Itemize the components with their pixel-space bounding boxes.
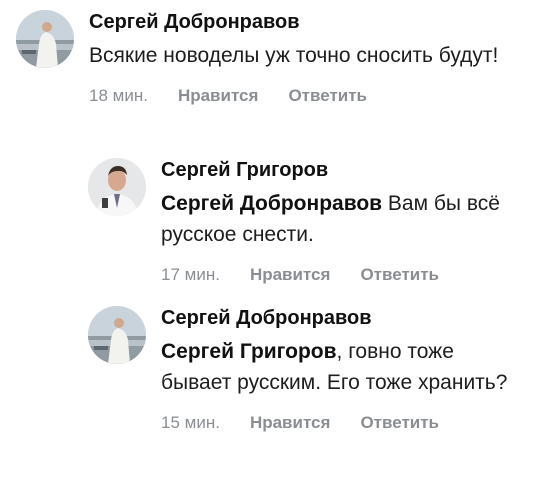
like-button[interactable]: Нравится: [250, 264, 331, 286]
comment-text: Сергей Григоров, говно тоже бывает русск…: [161, 336, 523, 398]
comment-meta: 15 мин. Нравится Ответить: [161, 412, 523, 434]
like-button[interactable]: Нравится: [250, 412, 331, 434]
comment-time: 15 мин.: [161, 413, 220, 432]
mention-link[interactable]: Сергей Григоров: [161, 340, 337, 363]
comment-text: Всякие новоделы уж точно сносить будут!: [89, 40, 521, 71]
comment-text: Сергей Добронравов Вам бы всё русское сн…: [161, 188, 523, 250]
avatar[interactable]: [88, 158, 146, 216]
reply-button[interactable]: Ответить: [360, 412, 439, 434]
avatar[interactable]: [88, 306, 146, 364]
comment-time: 18 мин.: [89, 86, 148, 105]
comment-time: 17 мин.: [161, 265, 220, 284]
comment-meta: 17 мин. Нравится Ответить: [161, 264, 523, 286]
comment-author[interactable]: Сергей Добронравов: [89, 8, 521, 36]
reply-button[interactable]: Ответить: [288, 85, 367, 107]
like-button[interactable]: Нравится: [178, 85, 259, 107]
mention-link[interactable]: Сергей Добронравов: [161, 192, 382, 215]
comment-author[interactable]: Сергей Григоров: [161, 156, 523, 184]
comment-author[interactable]: Сергей Добронравов: [161, 304, 523, 332]
comment-meta: 18 мин. Нравится Ответить: [89, 85, 521, 107]
reply-button[interactable]: Ответить: [360, 264, 439, 286]
comment-text-content: Всякие новоделы уж точно сносить будут!: [89, 44, 499, 67]
avatar[interactable]: [16, 10, 74, 68]
